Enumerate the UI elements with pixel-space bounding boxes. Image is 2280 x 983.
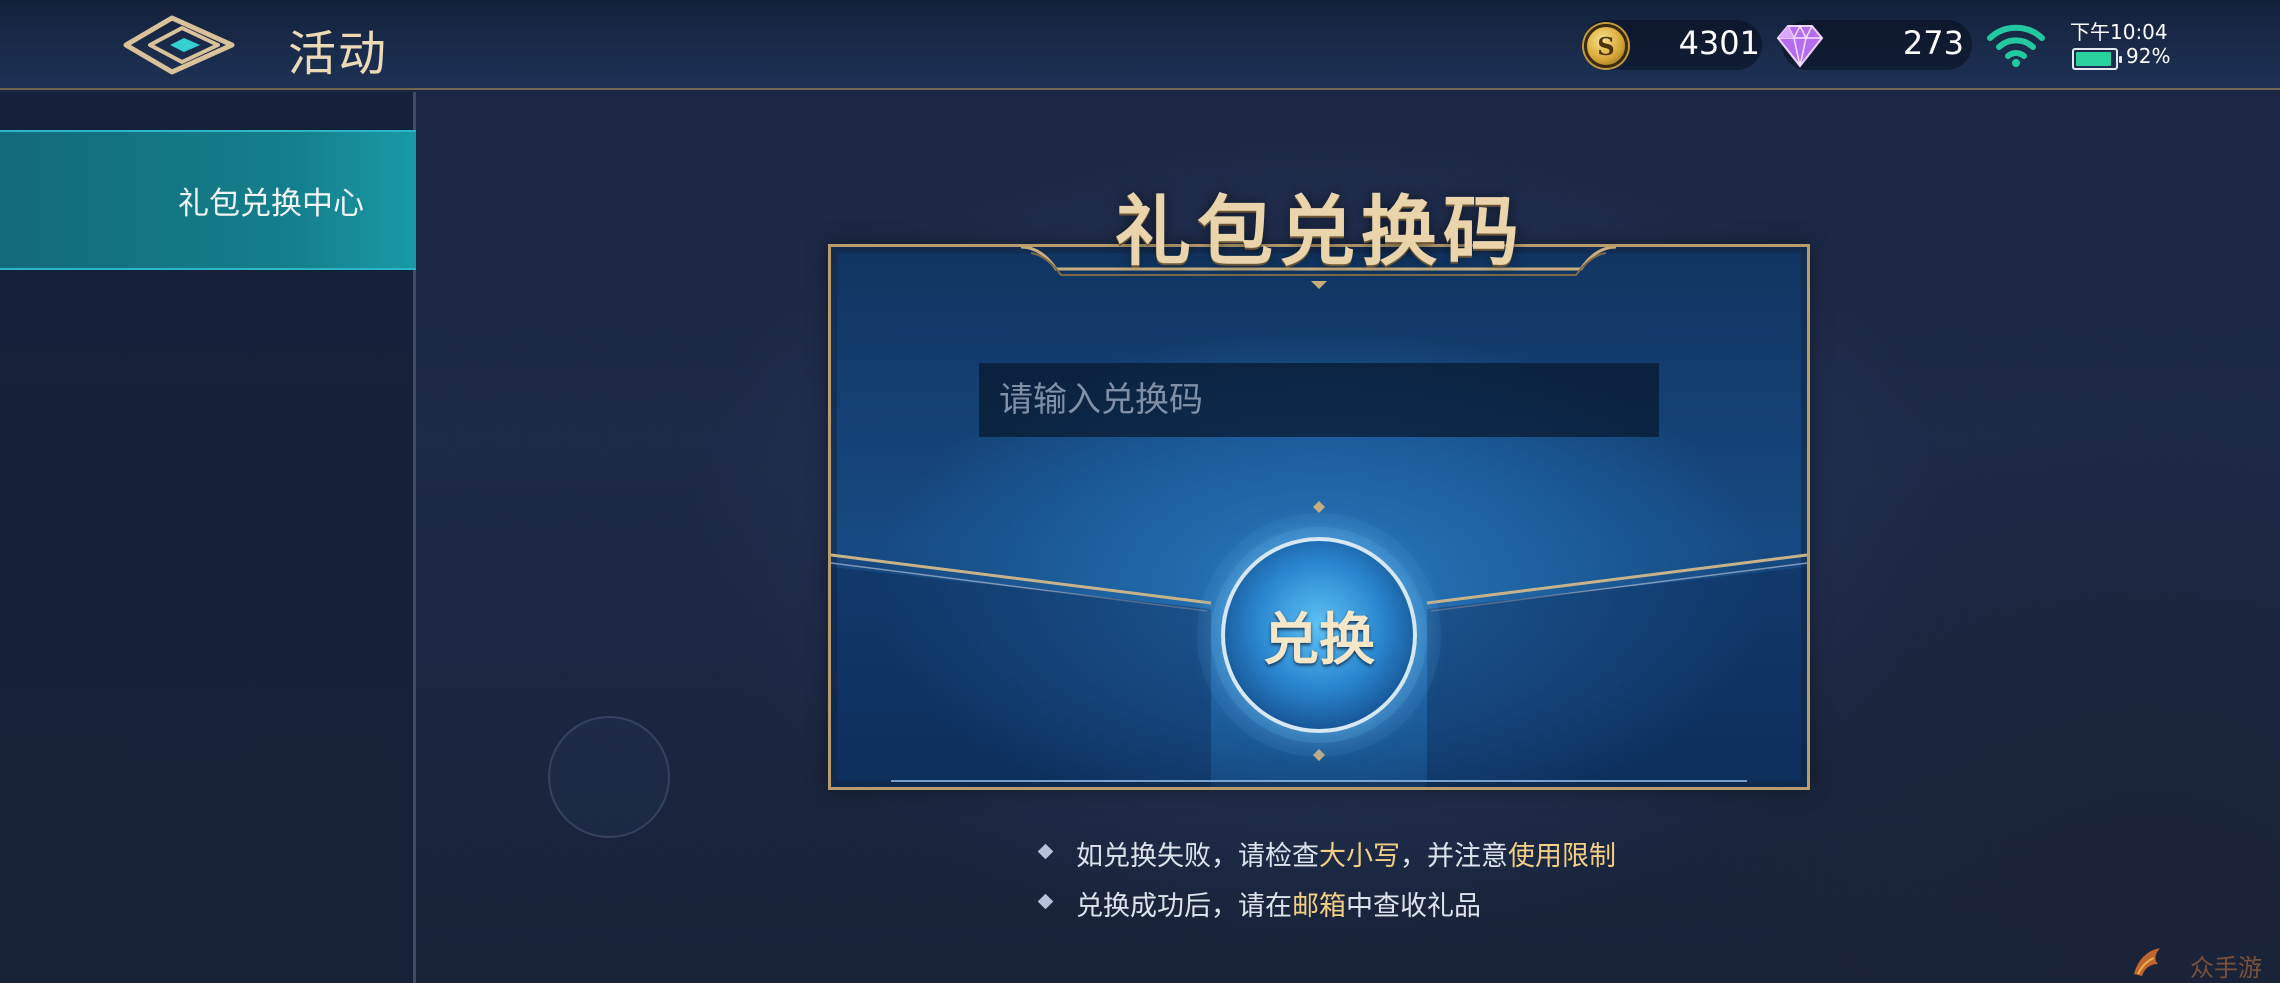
back-arrow-icon: [123, 15, 235, 75]
wifi-icon: [1987, 24, 2045, 67]
tip-highlight: 大小写: [1319, 841, 1400, 872]
tip-text: 如兑换失败，请检查大小写，并注意使用限制: [1076, 834, 1616, 873]
tip-segment: 如兑换失败，请检查: [1076, 841, 1319, 872]
battery-percent: 92%: [2126, 44, 2171, 68]
clock-time: 下午10:04: [2070, 20, 2168, 44]
watermark-text: 众手游网: [2190, 954, 2262, 982]
coin-balance: 4301: [1678, 24, 1760, 62]
gem-balance: 273: [1902, 24, 1964, 62]
redeem-card: 兑换: [828, 244, 1810, 790]
top-bar: 活动 S 4301 273 下午10:04 92%: [0, 0, 2280, 90]
battery-level-fill: [2076, 52, 2111, 66]
back-button[interactable]: [120, 12, 240, 78]
tip-segment: ，并注意: [1400, 841, 1508, 872]
redeem-code-input[interactable]: [979, 363, 1659, 437]
tip-segment: 中查收礼品: [1346, 891, 1481, 922]
diamond-gem-icon: [1776, 24, 1824, 68]
tip-text: 兑换成功后，请在邮箱中查收礼品: [1076, 884, 1481, 923]
watermark-logo-icon: [2134, 948, 2160, 976]
coin-icon: S: [1584, 24, 1628, 68]
sidebar: 礼包兑换中心: [0, 92, 416, 983]
redeem-title: 礼包兑换码: [1115, 187, 1525, 276]
page-title: 活动: [288, 26, 389, 82]
tip-highlight: 邮箱: [1292, 891, 1346, 922]
tip-highlight: 使用限制: [1508, 841, 1616, 872]
redeem-button-label: 兑换: [1263, 607, 1375, 673]
battery-icon: [2072, 48, 2122, 70]
sidebar-item-label: 礼包兑换中心: [178, 186, 364, 222]
sidebar-item-gift-redeem-center[interactable]: 礼包兑换中心: [0, 130, 416, 270]
tip-segment: 兑换成功后，请在: [1076, 891, 1292, 922]
redeem-button[interactable]: 兑换: [1221, 537, 1417, 733]
coin-symbol: S: [1597, 31, 1615, 61]
diamond-bullet-icon: [1037, 893, 1054, 910]
decorative-circle: [548, 716, 670, 838]
diamond-bullet-icon: [1037, 843, 1054, 860]
